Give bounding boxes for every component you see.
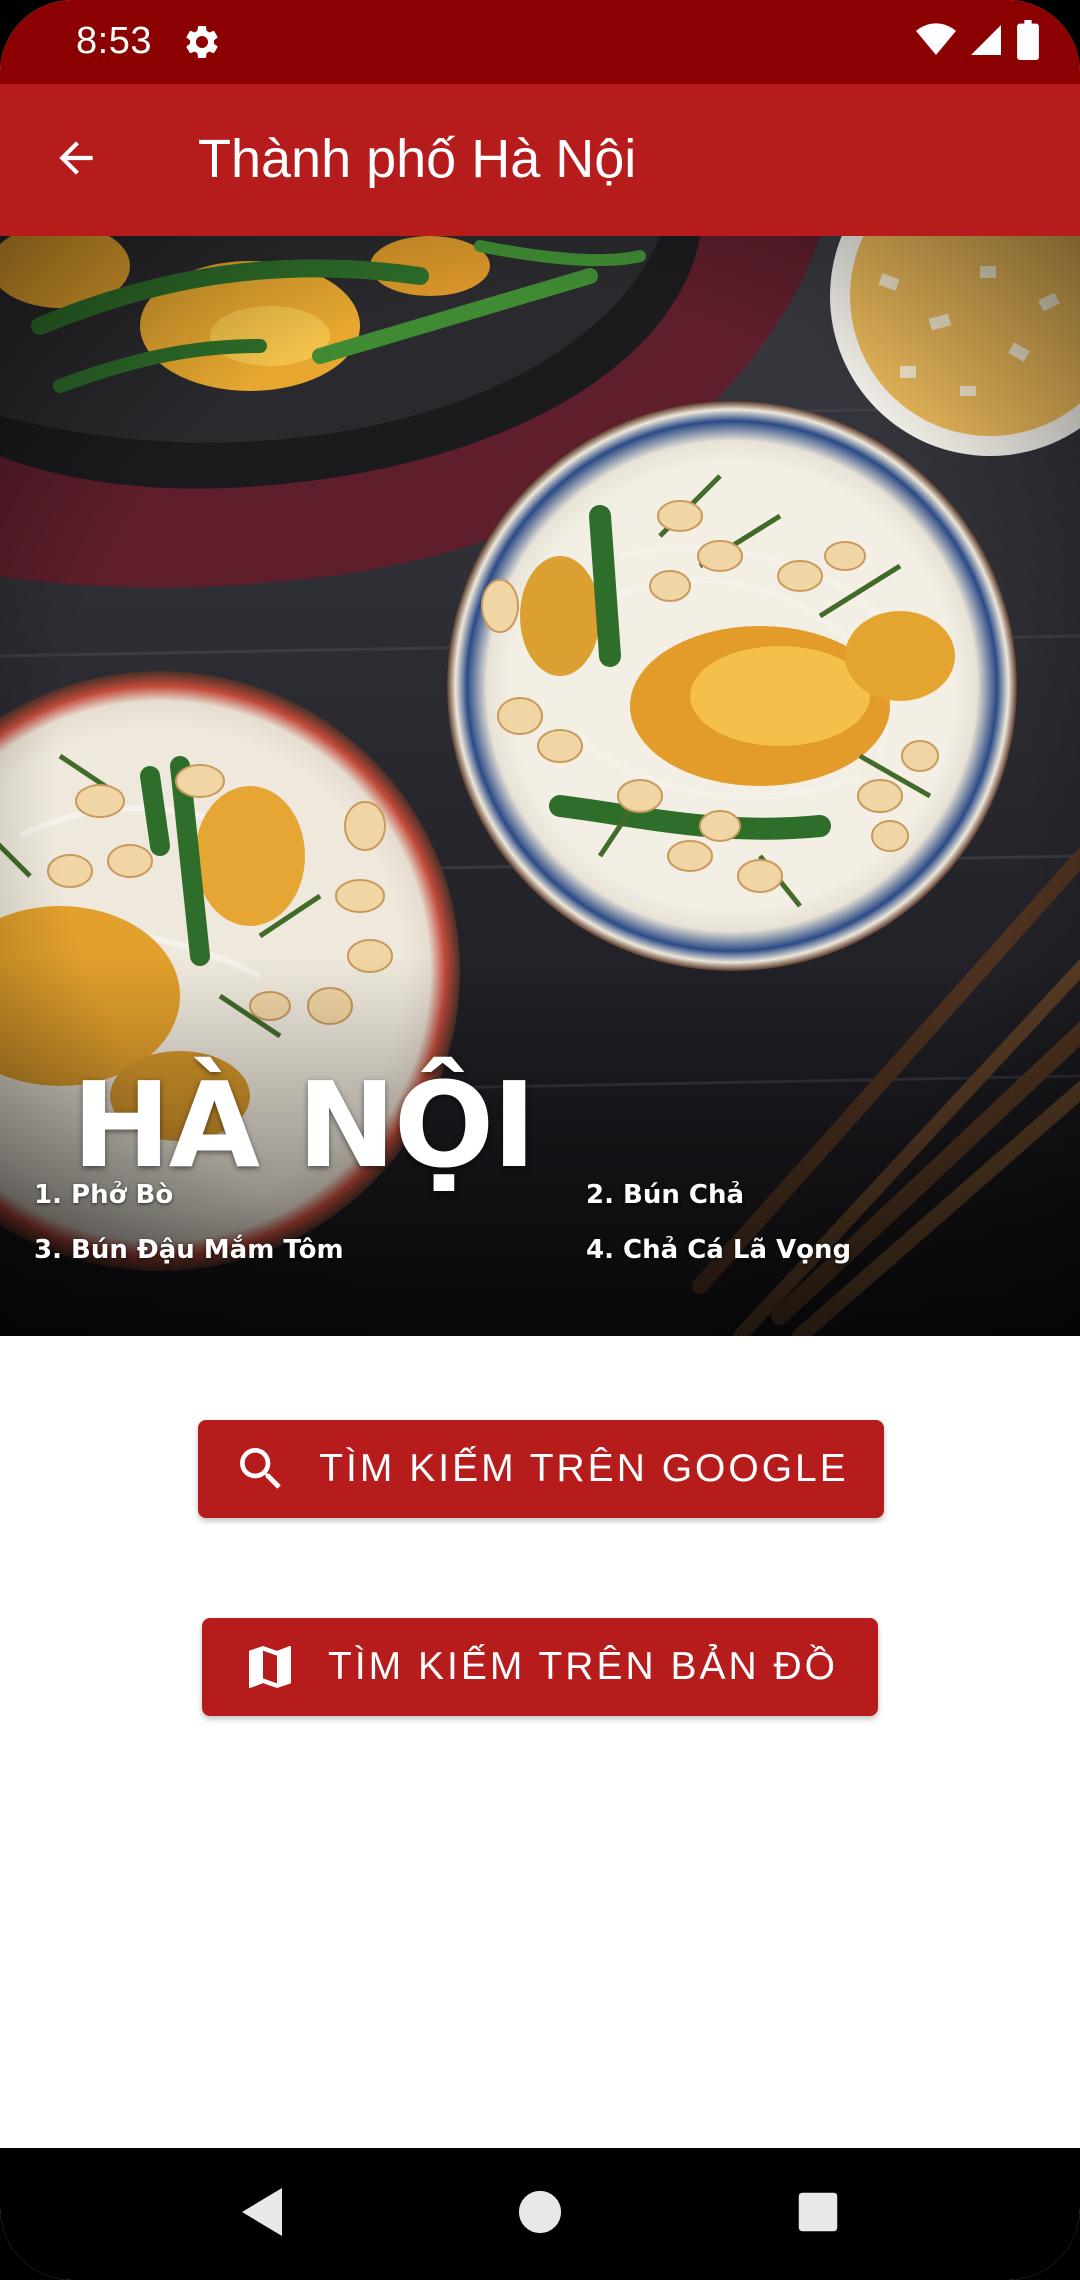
nav-back-button[interactable]	[232, 2184, 292, 2244]
app-bar: Thành phố Hà Nội	[0, 84, 1080, 236]
google-search-button[interactable]: TÌM KIẾM TRÊN GOOGLE	[198, 1420, 884, 1518]
back-button[interactable]	[40, 124, 112, 196]
status-icons	[916, 19, 1040, 65]
device-screen: 8:53 Thành phố Hà Nội HÀ NỘI 1. Phở Bò 2…	[0, 0, 1080, 2280]
gear-icon	[182, 22, 222, 62]
hero-image: HÀ NỘI 1. Phở Bò 2. Bún Chả 3. Bún Đậu M…	[0, 236, 1080, 1336]
nav-recents-button[interactable]	[788, 2184, 848, 2244]
status-time: 8:53	[76, 20, 152, 62]
hero-dish-1: 1. Phở Bò	[34, 1180, 174, 1210]
map-search-label: TÌM KIẾM TRÊN BẢN ĐỒ	[328, 1645, 838, 1688]
hero-dish-2: 2. Bún Chả	[586, 1180, 745, 1210]
map-search-button[interactable]: TÌM KIẾM TRÊN BẢN ĐỒ	[202, 1618, 878, 1716]
hero-city-name: HÀ NỘI	[72, 1056, 536, 1194]
map-icon	[242, 1639, 298, 1695]
battery-icon	[1016, 19, 1040, 65]
arrow-back-icon	[51, 133, 101, 188]
hero-dish-3: 3. Bún Đậu Mắm Tôm	[34, 1235, 344, 1265]
home-circle-icon	[517, 2189, 563, 2240]
system-nav-bar	[0, 2148, 1080, 2280]
back-triangle-icon	[238, 2186, 286, 2243]
page-title: Thành phố Hà Nội	[198, 129, 637, 189]
wifi-icon	[916, 22, 956, 63]
cellular-icon	[968, 22, 1004, 63]
status-bar: 8:53	[0, 0, 1080, 84]
recents-square-icon	[797, 2191, 839, 2238]
google-search-label: TÌM KIẾM TRÊN GOOGLE	[319, 1447, 849, 1490]
hero-dish-4: 4. Chả Cá Lã Vọng	[586, 1235, 852, 1265]
search-icon	[233, 1441, 289, 1497]
nav-home-button[interactable]	[510, 2184, 570, 2244]
